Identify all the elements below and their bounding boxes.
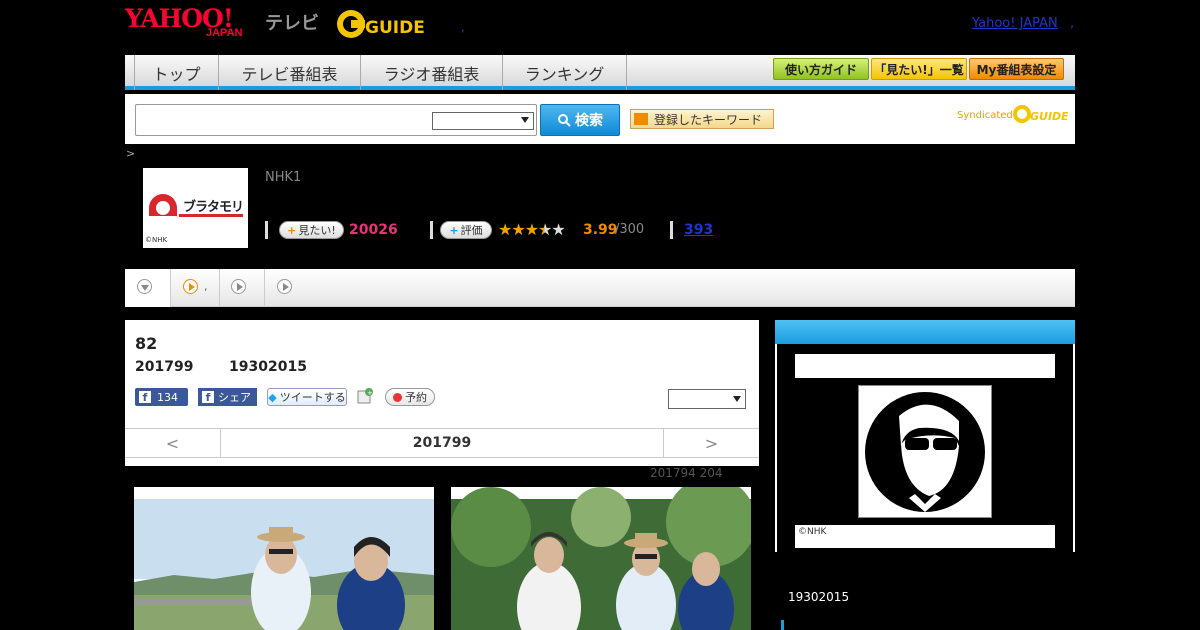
nav-tab-tv-listings[interactable]: テレビ番組表	[219, 55, 361, 90]
header-separator: ,	[461, 20, 465, 34]
reserve-recording-button[interactable]: 予約	[385, 388, 435, 406]
divider	[670, 221, 673, 239]
tab-divider	[170, 269, 171, 307]
broadcast-note: 201794 204	[650, 466, 723, 480]
episode-date: 201799	[135, 359, 194, 375]
how-to-guide-button[interactable]: 使い方ガイド	[773, 58, 869, 80]
nav-tab-top[interactable]: トップ	[135, 55, 219, 90]
sidebar-air-time: 19302015	[788, 590, 850, 604]
add-share-icon[interactable]: +	[356, 387, 374, 405]
rating-stars: ★★★★★	[498, 220, 566, 239]
gguide-small-logo: GUIDE	[1012, 103, 1069, 128]
review-count-link[interactable]: 393	[684, 222, 713, 238]
channel-name: NHK1	[265, 170, 302, 185]
play-icon[interactable]	[231, 279, 246, 294]
want-to-watch-button[interactable]: + 見たい!	[279, 221, 344, 239]
tv-logo-text: テレビ	[265, 13, 319, 34]
current-episode-date: 201799	[220, 429, 664, 457]
twitter-bird-icon: ◆	[268, 390, 277, 404]
divider	[265, 221, 268, 239]
search-icon	[558, 114, 571, 127]
program-tab-bar	[125, 269, 1075, 307]
search-button-label: 検索	[575, 113, 603, 129]
gguide-logo[interactable]: GUIDE	[335, 8, 430, 40]
facebook-share-label: シェア	[218, 391, 251, 404]
saved-keywords-label: 登録したキーワード	[654, 112, 763, 127]
episode-photo[interactable]	[451, 487, 751, 630]
plus-icon: +	[449, 223, 459, 237]
sidebar-title-bar	[795, 354, 1055, 378]
tweet-button[interactable]: ◆ ツイートする	[267, 388, 347, 406]
tab-divider	[264, 269, 265, 307]
next-episode-button[interactable]: >	[664, 429, 759, 457]
rating-value: 3.99	[583, 222, 618, 238]
svg-text:GUIDE: GUIDE	[1030, 110, 1068, 123]
play-icon[interactable]	[277, 279, 292, 294]
facebook-icon: f	[139, 391, 151, 404]
breadcrumb[interactable]: >	[126, 147, 135, 160]
reserve-label: 予約	[405, 391, 427, 404]
facebook-icon: f	[202, 391, 214, 404]
header-separator: ,	[1070, 16, 1075, 31]
rate-label: 評価	[460, 224, 483, 237]
sidebar-accent-bar	[781, 620, 784, 630]
record-icon	[393, 392, 402, 402]
chevron-down-icon	[137, 279, 152, 294]
mitai-list-button[interactable]: 「見たい!」一覧	[871, 58, 967, 80]
thumbnail-copyright: ©NHK	[145, 236, 168, 244]
tweet-label: ツイートする	[279, 391, 346, 404]
arrow-icon	[634, 113, 648, 125]
saved-keywords-button[interactable]: 登録したキーワード	[630, 109, 774, 129]
episode-pager: < 201799 >	[125, 428, 759, 458]
episode-title: 82	[135, 334, 158, 353]
tab-divider	[219, 269, 220, 307]
nav-tab-ranking[interactable]: ランキング	[503, 55, 627, 90]
episode-select[interactable]	[668, 389, 746, 409]
divider	[430, 221, 433, 239]
yahoo-japan-logo-text: JAPAN	[206, 27, 243, 39]
cast-portrait[interactable]	[858, 385, 992, 518]
svg-text:+: +	[367, 389, 373, 397]
episode-photo[interactable]	[134, 487, 434, 630]
episode-time: 19302015	[229, 359, 307, 375]
my-schedule-settings-button[interactable]: My番組表設定	[969, 58, 1064, 80]
play-icon[interactable]	[183, 279, 198, 294]
facebook-like-count: 134	[157, 390, 178, 404]
syndicated-label: Syndicated	[957, 110, 1013, 121]
yahoo-japan-link[interactable]: Yahoo! JAPAN	[972, 16, 1058, 31]
facebook-share-button[interactable]: f シェア	[198, 388, 257, 406]
sidebar-header	[775, 320, 1075, 344]
search-category-select[interactable]	[432, 112, 534, 130]
nav-edge	[125, 55, 135, 90]
previous-episode-button[interactable]: <	[125, 429, 220, 457]
facebook-like-button[interactable]: f 134	[135, 388, 188, 406]
chevron-down-icon	[733, 396, 741, 402]
nav-tab-radio-listings[interactable]: ラジオ番組表	[361, 55, 503, 90]
rating-total: /300	[615, 222, 645, 237]
main-nav: トップ テレビ番組表 ラジオ番組表 ランキング 使い方ガイド 「見たい!」一覧 …	[125, 55, 1075, 90]
sidebar-caption: ©NHK	[795, 525, 1055, 548]
chevron-down-icon	[521, 117, 529, 123]
want-to-watch-count: 20026	[349, 222, 398, 238]
search-button[interactable]: 検索	[540, 104, 620, 136]
rate-button[interactable]: + 評価	[440, 221, 492, 239]
tab-label: ,	[204, 280, 208, 293]
svg-text:GUIDE: GUIDE	[365, 18, 425, 38]
plus-icon: +	[287, 223, 297, 237]
program-logo-text: ブラタモリ	[183, 200, 244, 215]
want-to-watch-label: 見たい!	[298, 224, 336, 237]
program-thumbnail: ブラタモリ ©NHK	[143, 168, 248, 248]
